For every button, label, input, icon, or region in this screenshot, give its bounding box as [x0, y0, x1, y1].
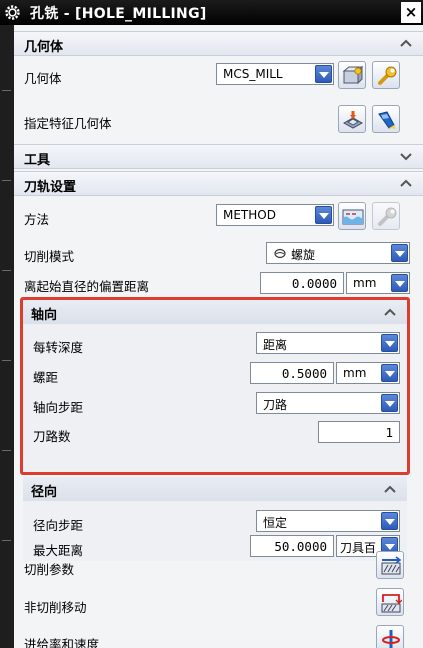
offset-distance-input[interactable]: 0.0000	[260, 272, 344, 294]
geometry-label: 几何体	[24, 71, 62, 86]
chevron-down-icon	[391, 244, 408, 262]
background-strip	[0, 0, 14, 648]
chevron-down-icon	[400, 153, 412, 161]
helix-icon	[274, 248, 286, 259]
cut-mode-select[interactable]: 螺旋	[266, 242, 410, 264]
section-tool-header[interactable]: 工具	[14, 144, 423, 169]
radial-group: 径向 径向步距 恒定 最大距离 50.0000 刀具百	[23, 477, 407, 561]
non-cutting-icon	[381, 594, 402, 613]
gear-icon[interactable]	[4, 4, 21, 21]
non-cutting-moves-button[interactable]	[376, 588, 404, 616]
radial-group-header[interactable]: 径向	[23, 477, 407, 501]
highlight-box	[20, 297, 410, 475]
chevron-up-icon	[400, 179, 412, 187]
max-distance-input[interactable]: 50.0000	[250, 535, 334, 557]
method-label: 方法	[24, 212, 50, 227]
geometry-value: MCS_MILL	[223, 67, 283, 81]
show-feature-button[interactable]	[372, 105, 400, 133]
close-button[interactable]: ×	[401, 2, 421, 23]
radial-step-label: 径向步距	[33, 518, 84, 533]
wrench-icon	[378, 207, 397, 226]
method-icon	[342, 209, 364, 225]
geometry-select[interactable]: MCS_MILL	[216, 63, 334, 85]
chevron-up-icon	[384, 485, 396, 493]
chevron-down-icon	[315, 65, 332, 83]
radial-step-select[interactable]: 恒定	[256, 510, 400, 532]
feature-geometry-label: 指定特征几何体	[24, 116, 112, 131]
max-distance-unit-value: 刀具百	[340, 541, 377, 555]
cut-mode-value: 螺旋	[291, 248, 316, 262]
feature-icon	[342, 111, 364, 129]
title-bar: 孔铣 - [HOLE_MILLING] ×	[0, 0, 423, 25]
offset-unit-select[interactable]: mm	[346, 272, 410, 294]
radial-step-value: 恒定	[263, 516, 288, 530]
section-title: 工具	[24, 153, 51, 168]
hole-milling-dialog: 几何体 几何体 MCS_MILL 指定特征几何体 工具 刀轨设置 方法 METH…	[14, 25, 423, 648]
section-path-settings-header[interactable]: 刀轨设置	[14, 171, 423, 196]
chevron-up-icon	[400, 39, 412, 47]
cut-params-icon	[381, 556, 402, 575]
non-cutting-moves-label: 非切削移动	[24, 600, 87, 615]
method-select[interactable]: METHOD	[216, 204, 334, 226]
geometry-icon	[342, 65, 364, 85]
cut-params-label: 切削参数	[24, 562, 75, 577]
select-feature-button[interactable]	[338, 105, 366, 133]
offset-unit-value: mm	[353, 276, 377, 290]
cut-mode-label: 切削模式	[24, 249, 75, 264]
radial-title: 径向	[31, 485, 58, 500]
new-geometry-button[interactable]	[338, 61, 366, 89]
chevron-down-icon	[381, 512, 398, 530]
edit-method-button[interactable]	[372, 202, 400, 230]
section-title: 几何体	[24, 40, 64, 55]
method-value: METHOD	[223, 208, 276, 222]
section-title: 刀轨设置	[24, 180, 77, 195]
section-geometry-header[interactable]: 几何体	[14, 31, 423, 56]
max-distance-label: 最大距离	[33, 543, 84, 558]
feeds-speeds-button[interactable]	[376, 625, 404, 648]
offset-value: 0.0000	[291, 276, 337, 291]
edit-geometry-button[interactable]	[372, 61, 400, 89]
flashlight-icon	[378, 111, 396, 129]
feeds-speeds-icon	[382, 630, 400, 648]
feeds-speeds-label: 进给率和速度	[24, 637, 100, 648]
offset-distance-label: 离起始直径的偏置距离	[24, 279, 150, 294]
max-distance-value: 50.0000	[274, 539, 327, 554]
cut-params-button[interactable]	[376, 551, 404, 579]
dialog-title: 孔铣 - [HOLE_MILLING]	[30, 6, 207, 22]
new-method-button[interactable]	[338, 202, 366, 230]
chevron-down-icon	[315, 206, 332, 224]
wrench-icon	[378, 66, 397, 85]
chevron-down-icon	[391, 274, 408, 292]
